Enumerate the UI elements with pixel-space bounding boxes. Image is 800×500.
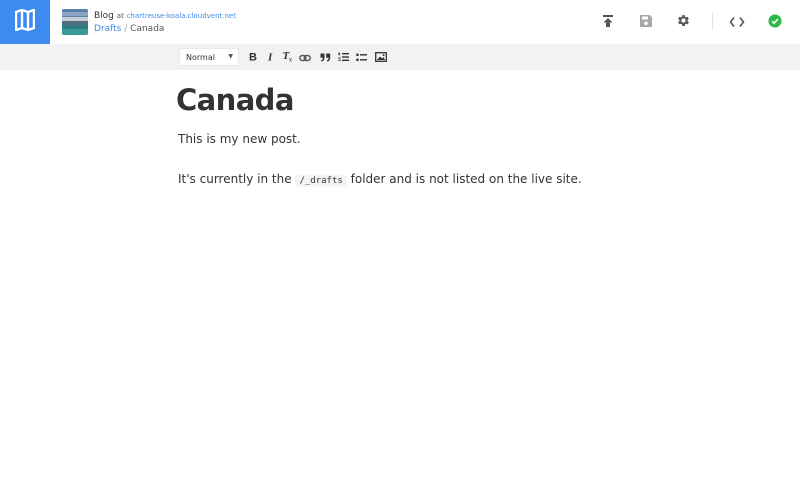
paragraph-2-text-before: It's currently in the <box>178 172 292 186</box>
site-line: Blog at chartreuse-koala.cloudvent.net <box>94 10 236 22</box>
unordered-list-icon <box>355 47 367 66</box>
post-title[interactable]: Canada <box>176 82 294 118</box>
svg-text:I: I <box>267 52 273 63</box>
source-view-button[interactable] <box>726 11 748 33</box>
inline-code: /_drafts <box>295 175 347 187</box>
ordered-list-icon <box>337 47 349 66</box>
site-thumbnail[interactable] <box>62 9 88 35</box>
ordered-list-button[interactable] <box>336 49 350 64</box>
breadcrumb-separator: / <box>124 24 128 34</box>
gear-icon <box>676 13 691 32</box>
app-logo[interactable] <box>0 0 50 44</box>
settings-button[interactable] <box>672 11 694 33</box>
site-name[interactable]: Blog <box>94 11 114 21</box>
paragraph-2-text-after: folder and is not listed on the live sit… <box>350 172 582 186</box>
link-button[interactable] <box>298 49 312 64</box>
format-select-value: Normal <box>186 53 215 62</box>
editor-app: Blog at chartreuse-koala.cloudvent.net D… <box>0 0 800 500</box>
top-header: Blog at chartreuse-koala.cloudvent.net D… <box>0 0 800 44</box>
site-domain-link[interactable]: chartreuse-koala.cloudvent.net <box>127 12 236 20</box>
site-info: Blog at chartreuse-koala.cloudvent.net D… <box>94 10 236 35</box>
svg-text:x: x <box>289 58 292 63</box>
quote-button[interactable] <box>318 49 332 64</box>
link-icon <box>299 47 311 66</box>
quote-icon <box>320 47 331 66</box>
editor-content[interactable]: Canada This is my new post. It's current… <box>0 70 800 500</box>
svg-text:B: B <box>249 52 257 63</box>
header-divider <box>712 13 713 30</box>
breadcrumb-current: Canada <box>130 24 165 34</box>
save-icon <box>639 13 653 32</box>
italic-icon: I <box>266 47 276 66</box>
image-button[interactable] <box>374 49 388 64</box>
breadcrumb-drafts[interactable]: Drafts <box>94 24 121 34</box>
clear-format-icon: T x <box>282 47 294 66</box>
paragraph-1[interactable]: This is my new post. <box>178 132 301 146</box>
paragraph-2[interactable]: It's currently in the /_drafts folder an… <box>178 172 582 187</box>
code-icon <box>729 13 745 32</box>
map-icon <box>14 8 36 35</box>
unordered-list-button[interactable] <box>354 49 368 64</box>
image-icon <box>375 47 387 66</box>
check-circle-icon <box>768 13 782 32</box>
breadcrumb: Drafts / Canada <box>94 23 236 35</box>
chevron-down-icon: ▼ <box>228 53 233 60</box>
clear-format-button[interactable]: T x <box>281 49 295 64</box>
bold-icon: B <box>248 47 258 66</box>
bold-button[interactable]: B <box>246 49 260 64</box>
site-at-label: at <box>116 12 124 20</box>
italic-button[interactable]: I <box>264 49 278 64</box>
paragraph-format-select[interactable]: Normal ▼ <box>179 48 239 66</box>
formatting-toolbar: Normal ▼ B I T x <box>0 44 800 70</box>
status-indicator[interactable] <box>764 11 786 33</box>
upload-icon <box>601 13 615 32</box>
publish-button[interactable] <box>597 11 619 33</box>
save-button[interactable] <box>635 11 657 33</box>
